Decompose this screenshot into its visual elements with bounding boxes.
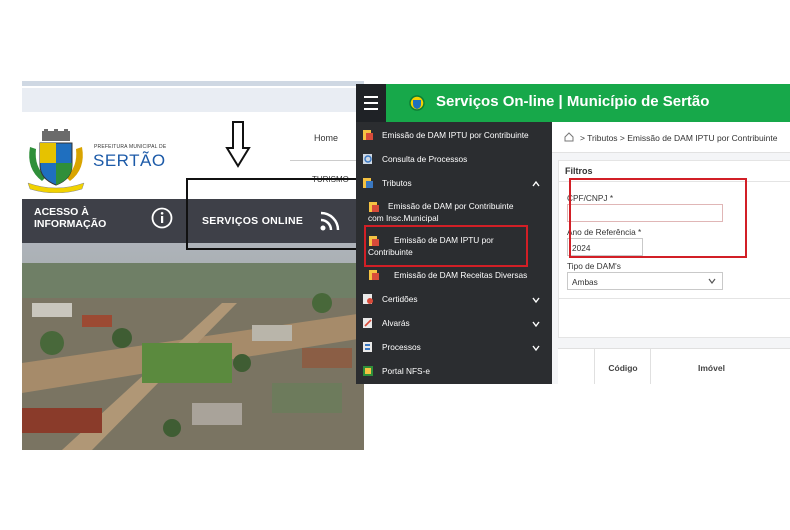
app-header: Serviços On-line | Município de Sertão — [356, 84, 790, 122]
tipo-dam-select[interactable]: Ambas — [567, 272, 723, 290]
info-icon[interactable] — [151, 207, 173, 229]
nfse-portal-icon — [363, 366, 373, 376]
sidebar-subitem-receitas-diversas[interactable]: Emissão de DAM Receitas Diversas — [356, 266, 552, 286]
sidebar-item-label: com Insc.Municipal — [368, 213, 439, 223]
breadcrumb: > Tributos > Emissão de DAM IPTU por Con… — [552, 122, 790, 153]
permit-icon — [363, 318, 372, 328]
sidebar-subitem-dam-insc-municipal[interactable]: Emissão de DAM por Contribuinte com Insc… — [356, 198, 552, 226]
app-logo-icon — [409, 95, 425, 111]
acesso-line-2: INFORMAÇÃO — [34, 218, 107, 230]
search-document-icon — [363, 154, 372, 164]
breadcrumb-path[interactable]: > Tributos > Emissão de DAM IPTU por Con… — [580, 133, 777, 143]
sidebar-item-alvaras[interactable]: Alvarás — [356, 314, 552, 334]
chevron-down-icon — [532, 345, 540, 352]
filters-title: Filtros — [565, 166, 593, 176]
sidebar-item-portal-nfse[interactable]: Portal NFS-e — [356, 362, 552, 382]
sidebar-item-processos[interactable]: Processos — [356, 338, 552, 358]
document-icon — [369, 202, 379, 212]
tax-document-icon — [363, 178, 373, 188]
sidebar-item-consulta-processos[interactable]: Consulta de Processos — [356, 150, 552, 170]
nav-home-link[interactable]: Home — [314, 133, 338, 143]
acesso-line-1: ACESSO À — [34, 206, 89, 218]
acesso-informacao-link[interactable]: ACESSO À INFORMAÇÃO — [34, 206, 106, 230]
site-gray-bar — [22, 88, 364, 112]
municipal-website-screenshot: PREFEITURA MUNICIPAL DE SERTÃO Home TURI… — [22, 81, 364, 450]
column-separator — [594, 349, 595, 384]
site-top-bar — [22, 81, 364, 86]
highlight-box-sidebar-iptu — [364, 225, 528, 267]
app-title: Serviços On-line | Município de Sertão — [436, 93, 710, 110]
tipo-dam-value: Ambas — [572, 277, 598, 287]
menu-line-icon — [364, 108, 378, 110]
menu-toggle-button[interactable] — [356, 84, 386, 122]
column-separator — [650, 349, 651, 384]
results-table-header: Código Imóvel — [558, 348, 790, 384]
sidebar-item-tributos[interactable]: Tributos — [356, 174, 552, 194]
tipo-dam-label: Tipo de DAM's — [567, 261, 621, 271]
sidebar-item-certidoes[interactable]: Certidões — [356, 290, 552, 310]
sidebar-item-label: Tributos — [382, 178, 412, 188]
sidebar-item-label: Consulta de Processos — [382, 154, 468, 164]
down-arrow-icon — [225, 121, 251, 168]
sidebar-item-label: Emissão de DAM por Contribuinte — [388, 201, 514, 211]
coat-of-arms-icon — [27, 129, 85, 193]
menu-line-icon — [364, 102, 378, 104]
annotation-black-box — [186, 178, 364, 250]
highlight-box-filter-fields — [569, 178, 747, 258]
chevron-down-icon — [532, 297, 540, 304]
sidebar-item-label: Certidões — [382, 294, 418, 304]
aerial-city-photo — [22, 243, 364, 450]
chevron-up-icon — [532, 180, 540, 187]
chevron-down-icon — [708, 278, 716, 284]
sidebar-item-label: Processos — [382, 342, 421, 352]
sidebar-item-label: Alvarás — [382, 318, 410, 328]
document-icon — [369, 270, 379, 280]
menu-line-icon — [364, 96, 378, 98]
chevron-down-icon — [532, 321, 540, 328]
process-icon — [363, 342, 372, 352]
document-icon — [363, 130, 373, 140]
column-header-imovel[interactable]: Imóvel — [698, 363, 725, 373]
certificate-icon — [363, 294, 373, 304]
sidebar-item-label: Portal NFS-e — [382, 366, 430, 376]
panel-divider — [559, 298, 790, 299]
column-header-codigo[interactable]: Código — [596, 363, 650, 373]
home-icon[interactable] — [564, 132, 574, 142]
sidebar-item-label: Emissão de DAM IPTU por Contribuinte — [382, 130, 529, 140]
sidebar-item-label: Emissão de DAM Receitas Diversas — [394, 270, 528, 280]
logo-subtitle: PREFEITURA MUNICIPAL DE — [94, 144, 167, 150]
nav-divider — [290, 160, 364, 161]
logo-title: SERTÃO — [93, 151, 166, 170]
sidebar-item-emissao-iptu-top[interactable]: Emissão de DAM IPTU por Contribuinte — [356, 126, 552, 146]
